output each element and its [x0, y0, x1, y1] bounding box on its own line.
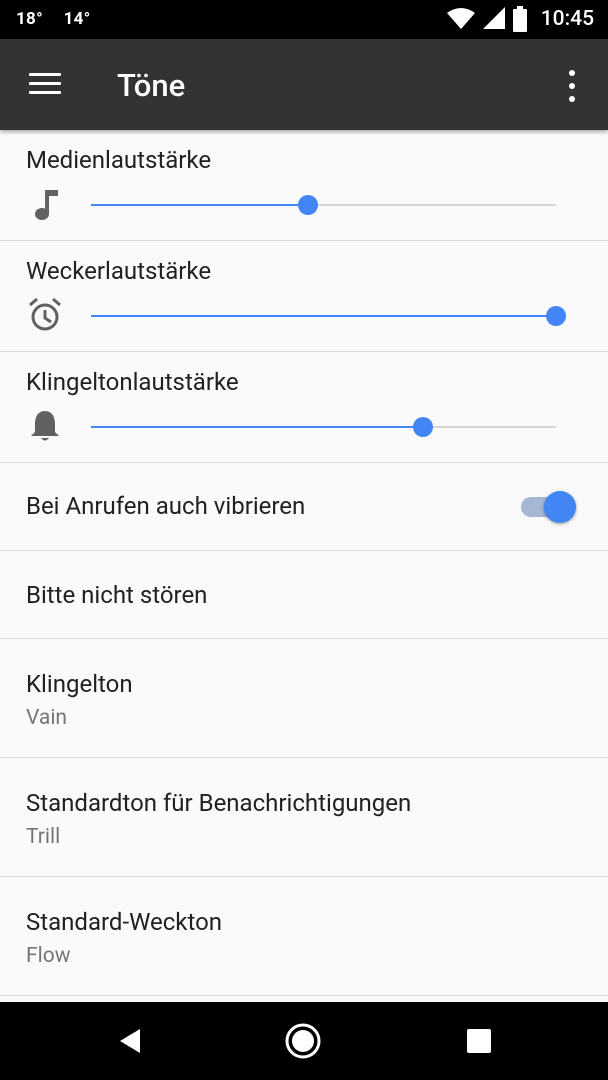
status-bar: 18° 14° 10:45 — [0, 0, 608, 39]
clock: 10:45 — [540, 7, 594, 31]
vibrate-toggle[interactable] — [521, 491, 576, 523]
ring-volume-row: Klingeltonlautstärke — [0, 352, 608, 463]
wifi-icon — [446, 8, 475, 29]
notification-sound-row[interactable]: Standardton für Benachrichtigungen Trill — [0, 758, 608, 877]
recents-icon[interactable] — [458, 1021, 498, 1061]
dnd-label: Bitte nicht stören — [26, 581, 208, 609]
signal-icon — [482, 7, 505, 29]
temperature-1: 18° — [16, 9, 44, 29]
app-bar: Töne — [0, 39, 608, 130]
alarm-volume-row: Weckerlautstärke — [0, 241, 608, 352]
settings-list: Medienlautstärke Weckerlautstärke Klinge… — [0, 130, 608, 996]
alarm-sound-label: Standard-Weckton — [26, 908, 223, 936]
ring-volume-slider[interactable] — [91, 417, 556, 437]
alarm-volume-label: Weckerlautstärke — [26, 257, 212, 285]
back-icon[interactable] — [110, 1021, 150, 1061]
more-vert-icon[interactable] — [562, 70, 582, 102]
alarm-volume-thumb[interactable] — [546, 306, 566, 326]
media-volume-label: Medienlautstärke — [26, 146, 212, 174]
ring-volume-label: Klingeltonlautstärke — [26, 368, 239, 396]
ring-volume-thumb[interactable] — [413, 417, 433, 437]
ringtone-value: Vain — [26, 706, 68, 730]
ringtone-row[interactable]: Klingelton Vain — [0, 639, 608, 758]
bell-icon — [31, 411, 59, 441]
alarm-volume-slider[interactable] — [91, 306, 566, 326]
menu-icon[interactable] — [29, 73, 61, 97]
battery-icon — [512, 6, 527, 32]
alarm-sound-row[interactable]: Standard-Weckton Flow — [0, 877, 608, 996]
media-volume-thumb[interactable] — [298, 195, 319, 215]
notification-sound-label: Standardton für Benachrichtigungen — [26, 789, 412, 817]
status-left: 18° 14° — [16, 9, 107, 29]
status-right: 10:45 — [446, 6, 594, 32]
notification-sound-value: Trill — [26, 825, 61, 849]
navigation-bar — [0, 1002, 608, 1080]
dnd-row[interactable]: Bitte nicht stören — [0, 551, 608, 639]
page-title: Töne — [117, 67, 186, 104]
alarm-sound-value: Flow — [26, 944, 71, 968]
media-volume-row: Medienlautstärke — [0, 130, 608, 241]
ringtone-label: Klingelton — [26, 670, 133, 698]
temperature-2: 14° — [63, 9, 91, 29]
home-icon[interactable] — [283, 1021, 323, 1061]
vibrate-label: Bei Anrufen auch vibrieren — [26, 492, 306, 520]
media-volume-slider[interactable] — [91, 195, 556, 215]
toggle-knob — [544, 491, 576, 523]
music-note-icon — [35, 190, 58, 220]
alarm-clock-icon — [29, 297, 61, 331]
vibrate-row[interactable]: Bei Anrufen auch vibrieren — [0, 463, 608, 551]
